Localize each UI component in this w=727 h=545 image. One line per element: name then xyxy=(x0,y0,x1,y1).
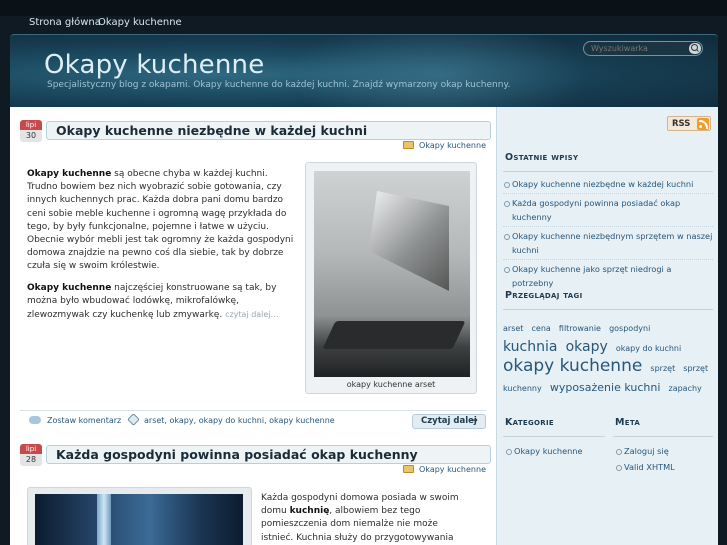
rss-button[interactable]: RSS xyxy=(667,116,711,131)
tag-link[interactable]: okapy do kuchni xyxy=(616,344,681,353)
main-content: lipi 30 Okapy kuchenne niezbędne w każde… xyxy=(10,107,496,545)
folder-icon xyxy=(403,465,415,473)
category-link[interactable]: Okapy kuchenne xyxy=(505,443,583,459)
tag-link[interactable]: filtrowanie xyxy=(559,324,601,333)
categories-heading: Kategorie xyxy=(505,417,554,428)
nav-home-link[interactable]: Strona główna xyxy=(29,17,101,28)
post-month: lipi xyxy=(20,120,42,130)
post-title-bar: Każda gospodyni powinna posiadać okap ku… xyxy=(46,445,491,464)
valid-xhtml-link[interactable]: Valid XHTML xyxy=(615,459,675,475)
keyword-bold[interactable]: Okapy kuchenne xyxy=(27,283,111,293)
divider xyxy=(503,171,713,172)
tag-link[interactable]: arset xyxy=(503,324,523,333)
tag-link[interactable]: wyposażenie kuchni xyxy=(550,381,661,394)
post-body: Okapy kuchenne są obecne chyba w każdej … xyxy=(27,168,297,330)
divider xyxy=(503,436,605,437)
read-more-button[interactable]: Czytaj dalej ➜ xyxy=(412,414,486,429)
tag-link[interactable]: okapy xyxy=(566,339,608,355)
cooktop-shape xyxy=(322,321,466,349)
site-header: Okapy kuchenne Specjalistyczny blog z ok… xyxy=(10,34,718,107)
post-footer: Zostaw komentarz arset, okapy, okapy do … xyxy=(20,410,486,430)
rss-label: RSS xyxy=(672,119,691,129)
login-link[interactable]: Zaloguj się xyxy=(615,443,675,459)
search-box xyxy=(583,41,703,56)
kitchen-image[interactable] xyxy=(35,494,243,545)
categories-list: Okapy kuchenne xyxy=(505,443,583,459)
top-navigation: Strona główna Okapy kuchenne xyxy=(0,0,727,28)
tag-icon xyxy=(127,413,140,426)
post-title[interactable]: Okapy kuchenne niezbędne w każdej kuchni xyxy=(56,123,367,138)
recent-posts-list: Okapy kuchenne niezbędne w każdej kuchni… xyxy=(503,177,713,294)
post-category-link[interactable]: Okapy kuchenne xyxy=(419,141,486,150)
post-image-figure xyxy=(27,487,252,545)
post-title-bar: Okapy kuchenne niezbędne w każdej kuchni xyxy=(46,121,491,140)
post-body: Każda gospodyni domowa posiada w swoim d… xyxy=(261,492,471,545)
recent-post-link[interactable]: Każda gospodyni powinna posiadać okap ku… xyxy=(503,196,713,227)
recent-post-link[interactable]: Okapy kuchenne niezbędnym sprzętem w nas… xyxy=(503,229,713,260)
post-category: Okapy kuchenne xyxy=(403,141,486,150)
nav-category-link[interactable]: Okapy kuchenne xyxy=(98,17,182,28)
keyword-bold[interactable]: Okapy kuchenne xyxy=(27,169,111,179)
post-day: 28 xyxy=(20,454,42,466)
post-date-badge: lipi 30 xyxy=(20,120,42,142)
search-input[interactable] xyxy=(591,43,687,54)
post-category-link[interactable]: Okapy kuchenne xyxy=(419,465,486,474)
tag-link[interactable]: cena xyxy=(532,324,551,333)
meta-heading: Meta xyxy=(615,417,641,428)
tag-link[interactable]: gospodyni xyxy=(609,324,650,333)
hood-shape xyxy=(369,191,449,291)
post-date-badge: lipi 28 xyxy=(20,444,42,466)
tag-link[interactable]: zapachy xyxy=(669,384,702,393)
hood-chimney-shape xyxy=(97,494,111,545)
tags-heading: Przeglądaj tagi xyxy=(505,290,583,301)
read-more-label: Czytaj dalej xyxy=(421,416,477,426)
read-more-inline-link[interactable]: czytaj dalej… xyxy=(225,310,278,319)
post-image-figure: okapy kuchenne arset xyxy=(305,162,477,394)
recent-posts-heading: Ostatnie wpisy xyxy=(505,152,579,163)
post-title[interactable]: Każda gospodyni powinna posiadać okap ku… xyxy=(56,447,418,462)
post-day: 30 xyxy=(20,130,42,142)
keyword-bold[interactable]: kuchnię xyxy=(290,506,330,516)
search-icon[interactable] xyxy=(689,43,701,54)
meta-list: Zaloguj się Valid XHTML xyxy=(615,443,675,475)
divider xyxy=(613,436,713,437)
divider xyxy=(503,309,713,310)
paragraph-text: są obecne chyba w każdej kuchni. Trudno … xyxy=(27,169,294,272)
comment-icon xyxy=(29,416,41,424)
kitchen-hood-image[interactable] xyxy=(314,171,470,377)
post-tags[interactable]: arset, okapy, okapy do kuchni, okapy kuc… xyxy=(144,416,335,425)
sidebar: RSS Ostatnie wpisy Okapy kuchenne niezbę… xyxy=(496,107,718,545)
post-category: Okapy kuchenne xyxy=(403,465,486,474)
site-title[interactable]: Okapy kuchenne xyxy=(44,50,264,80)
folder-icon xyxy=(403,141,415,149)
image-caption: okapy kuchenne arset xyxy=(346,380,436,389)
recent-post-link[interactable]: Okapy kuchenne jako sprzęt niedrogi a po… xyxy=(503,262,713,292)
tag-link[interactable]: sprzęt xyxy=(650,364,675,373)
header-glow xyxy=(290,35,590,107)
tag-link[interactable]: okapy kuchenne xyxy=(503,356,642,376)
arrow-right-icon: ➜ xyxy=(470,416,478,426)
rss-icon xyxy=(697,118,709,130)
comments-link[interactable]: Zostaw komentarz xyxy=(47,416,121,425)
site-description: Specjalistyczny blog z okapami. Okapy ku… xyxy=(47,80,511,90)
tag-cloud: arset cena filtrowanie gospodyni kuchnia… xyxy=(503,317,709,397)
recent-post-link[interactable]: Okapy kuchenne niezbędne w każdej kuchni xyxy=(503,177,713,194)
tag-link[interactable]: kuchnia xyxy=(503,339,557,355)
post-month: lipi xyxy=(20,444,42,454)
